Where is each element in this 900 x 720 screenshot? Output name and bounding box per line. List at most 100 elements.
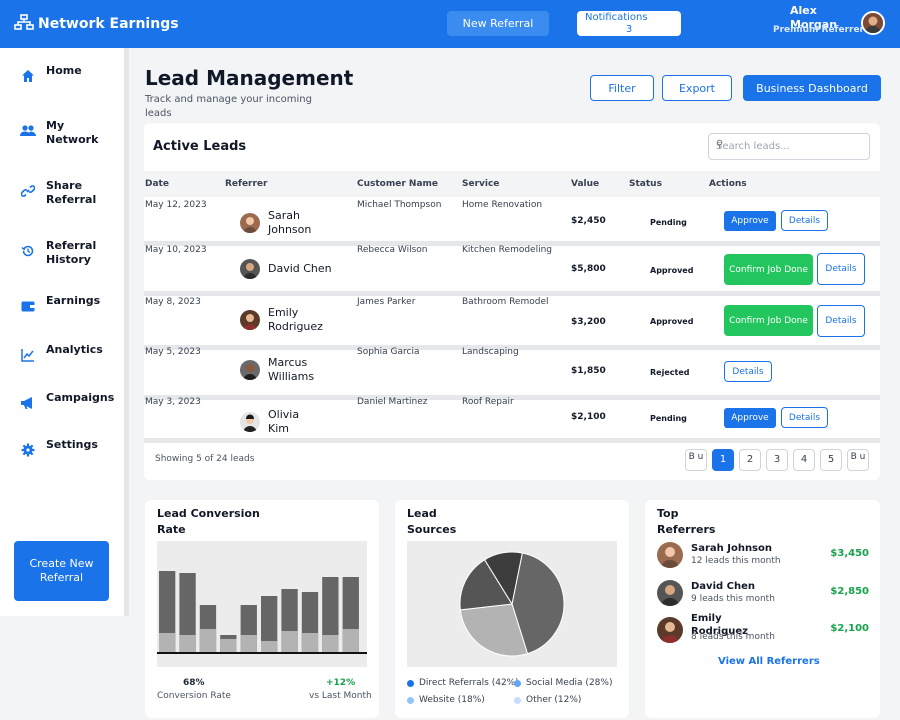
table-row[interactable]: May 12, 2023 Sarah Johnson Michael Thomp… [144,197,880,246]
details-button[interactable]: Details [724,361,772,382]
notifications-count: 3 [625,24,633,35]
search-input[interactable]: ⚲ Search leads... [708,133,870,160]
legend-label: Website (18%) [419,695,485,705]
status-badge: Pending [650,218,687,227]
legend-item: Other (12%) [514,695,581,705]
page-button-3[interactable]: 3 [766,449,788,471]
new-referral-button[interactable]: New Referral [447,11,549,36]
avatar[interactable] [861,11,885,35]
details-button[interactable]: Details [781,210,828,231]
approve-button[interactable]: Approve [724,211,776,231]
table-row[interactable]: May 5, 2023 Marcus Williams Sophia Garci… [144,347,880,400]
page-button-4[interactable]: 4 [793,449,815,471]
referrer-name: Marcus Williams [268,356,315,383]
sidebar-item-my-network[interactable]: My Network [20,119,100,147]
page-button-2[interactable]: 2 [739,449,761,471]
conversion-rate-value: 68% [183,678,205,688]
legend-swatch [407,679,414,687]
column-header[interactable]: Status [629,179,662,189]
lead-date: May 5, 2023 [145,347,201,357]
column-header[interactable]: Actions [709,179,747,189]
referrer-leads: 12 leads this month [691,556,781,566]
table-row[interactable]: May 8, 2023 Emily Rodriguez James Parker… [144,296,880,350]
referrer-leads: 8 leads this month [691,632,775,642]
table-row[interactable]: May 10, 2023 David Chen Rebecca Wilson K… [144,245,880,296]
conversion-rate-label: Conversion Rate [157,691,231,701]
sidebar-item-analytics[interactable]: Analytics [20,343,103,363]
conversion-delta-label: vs Last Month [309,691,372,701]
details-button[interactable]: Details [781,407,828,428]
conversion-title: Lead Conversion Rate [157,507,260,536]
legend-label: Other (12%) [526,695,582,705]
lead-date: May 10, 2023 [145,245,207,255]
bar-converted [240,635,257,653]
referrer[interactable]: Marcus Williams [240,356,322,384]
home-icon [20,68,36,84]
column-header[interactable]: Value [571,179,599,189]
sidebar-item-campaigns[interactable]: Campaigns [20,391,114,411]
create-new-referral-button[interactable]: Create New Referral [14,541,109,601]
service: Bathroom Remodel [462,297,549,307]
sidebar-item-settings[interactable]: Settings [20,438,98,458]
filter-button[interactable]: Filter [590,75,654,101]
bar-converted [179,635,196,653]
list-item[interactable]: Sarah Johnson 12 leads this month $3,450 [657,542,869,572]
sidebar-item-label: Analytics [46,343,103,356]
table-header: Date Referrer Customer Name Service Valu… [144,171,880,197]
table-row[interactable]: May 3, 2023 Olivia Kim Daniel Martinez R… [144,397,880,443]
page-subtitle: Track and manage your incoming leads [145,94,312,119]
avatar [240,310,260,330]
list-item[interactable]: David Chen 9 leads this month $2,850 [657,580,869,610]
notifications-button[interactable]: Notifications 3 [577,11,681,36]
page-button-1[interactable]: 1 [712,449,734,471]
legend-swatch [407,696,414,704]
referrer[interactable]: Sarah Johnson [240,209,318,237]
lead-value: $2,100 [571,412,606,422]
list-item[interactable]: Emily Rodriguez 8 leads this month $2,10… [657,613,869,647]
column-header[interactable]: Customer Name [357,179,438,189]
approve-button[interactable]: Approve [724,408,776,428]
avatar [240,213,260,233]
confirm-job-done-button[interactable]: Confirm Job Done [724,305,813,336]
brand[interactable]: Network Earnings [14,14,179,34]
details-button[interactable]: Details [817,253,865,285]
sidebar-item-label: Campaigns [46,391,115,404]
referrer-name: David Chen [691,581,755,592]
sidebar-item-home[interactable]: Home [20,64,82,84]
referrer[interactable]: Olivia Kim [240,408,308,436]
search-icon: ⚲ [716,139,724,150]
page-button-5[interactable]: 5 [820,449,842,471]
details-button[interactable]: Details [817,305,865,337]
sidebar-item-share-referral[interactable]: Share Referral [20,179,96,207]
column-header[interactable]: Service [462,179,499,189]
service: Home Renovation [462,200,543,210]
referrer[interactable]: David Chen [240,259,332,279]
business-dashboard-button[interactable]: Business Dashboard [743,75,881,101]
column-header[interactable]: Referrer [225,179,267,189]
avatar [240,259,260,279]
brand-name: Network Earnings [38,16,179,32]
next-page-button[interactable]: B u [847,449,869,471]
legend-item: Website (18%) [407,695,485,705]
confirm-job-done-button[interactable]: Confirm Job Done [724,254,813,285]
sidebar-item-label: Settings [46,438,98,451]
customer-name: Rebecca Wilson [357,245,428,255]
service: Landscaping [462,347,519,357]
export-button[interactable]: Export [662,75,732,101]
legend-item: Direct Referrals (42%) [407,678,519,688]
users-icon [20,123,36,139]
prev-page-button[interactable]: B u [685,449,707,471]
lead-date: May 8, 2023 [145,297,201,307]
referrer-leads: 9 leads this month [691,594,775,604]
lead-value: $5,800 [571,264,606,274]
referrer-amount: $3,450 [830,548,869,559]
column-header[interactable]: Date [145,179,169,189]
sidebar-item-referral-history[interactable]: Referral History [20,239,96,267]
sidebar-item-earnings[interactable]: Earnings [20,294,100,314]
sidebar-scrollbar[interactable] [124,48,129,616]
legend-label: Direct Referrals (42%) [419,678,519,688]
bar-converted [342,629,359,653]
sidebar-item-label: Earnings [46,294,101,307]
view-all-referrers-link[interactable]: View All Referrers [718,656,820,667]
referrer[interactable]: Emily Rodriguez [240,306,323,334]
